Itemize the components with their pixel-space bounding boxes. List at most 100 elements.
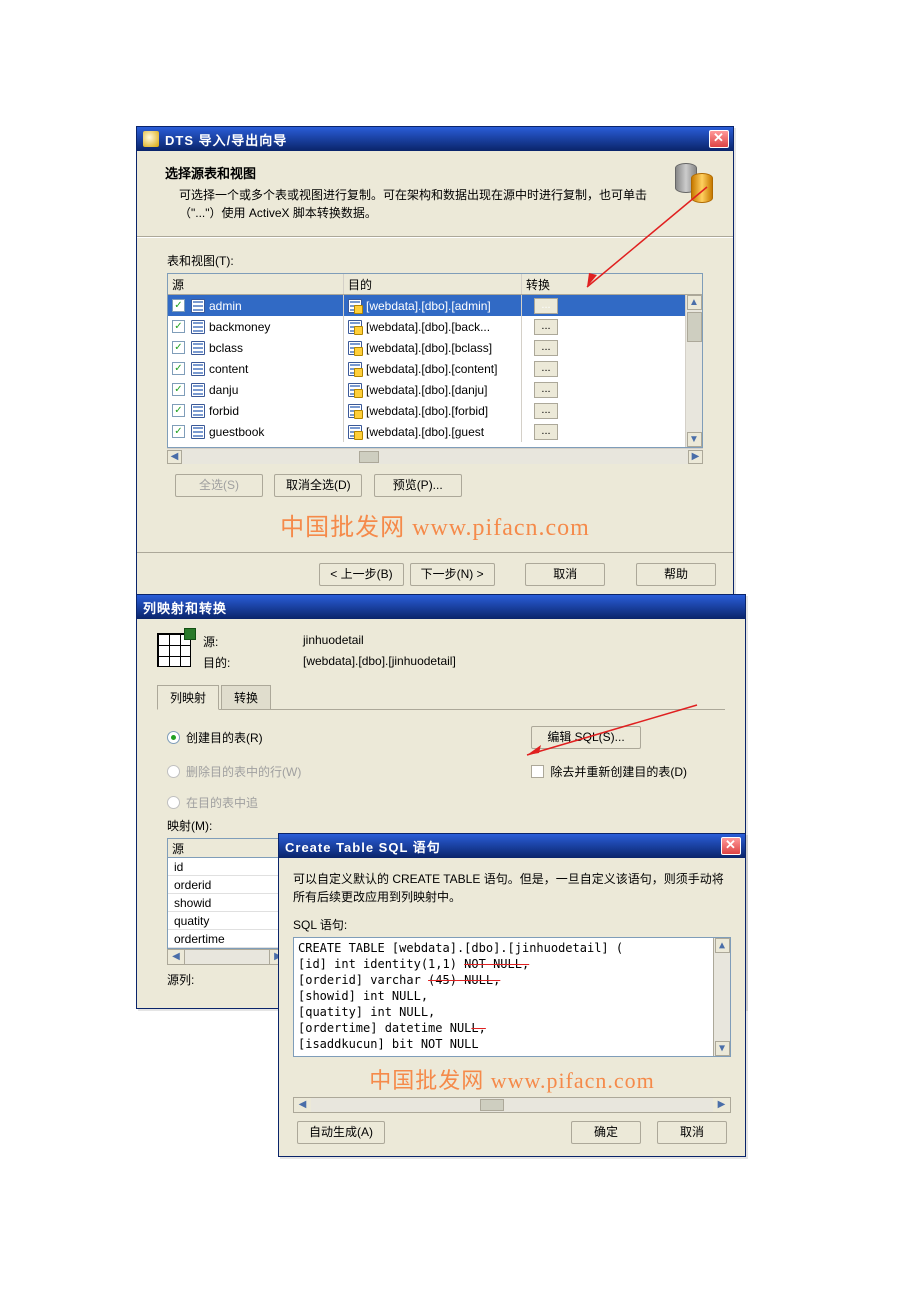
next-button[interactable]: 下一步(N) > — [410, 563, 495, 586]
sql-vertical-scrollbar[interactable]: ▲ ▼ — [713, 938, 730, 1056]
hscroll-thumb[interactable] — [480, 1099, 504, 1111]
table-icon — [191, 341, 205, 355]
table-new-icon — [348, 425, 362, 439]
transform-ellipsis-button[interactable]: ... — [534, 382, 558, 398]
row-checkbox[interactable] — [172, 383, 185, 396]
dest-label: 目的: — [203, 654, 303, 671]
dest-value: [webdata].[dbo].[jinhuodetail] — [303, 654, 456, 671]
table-row[interactable]: bclass[webdata].[dbo].[bclass]... — [168, 337, 685, 358]
mapping-column-list[interactable]: idorderidshowidquatityordertime — [167, 858, 287, 949]
radio-create-table[interactable] — [167, 731, 180, 744]
transform-ellipsis-button[interactable]: ... — [534, 403, 558, 419]
mapping-column-cell[interactable]: orderid — [168, 876, 286, 894]
ok-button[interactable]: 确定 — [571, 1121, 641, 1144]
mapping-label: 映射(M): — [167, 817, 287, 834]
row-source-name: backmoney — [209, 320, 270, 334]
row-checkbox[interactable] — [172, 362, 185, 375]
transform-ellipsis-button[interactable]: ... — [534, 319, 558, 335]
transform-ellipsis-button[interactable]: ... — [534, 361, 558, 377]
mapping-hscroll[interactable]: ◀ ▶ — [167, 949, 287, 965]
radio-delete-rows — [167, 765, 180, 778]
mapping-titlebar[interactable]: 列映射和转换 — [137, 595, 745, 619]
auto-generate-button[interactable]: 自动生成(A) — [297, 1121, 385, 1144]
row-checkbox[interactable] — [172, 404, 185, 417]
close-icon[interactable]: ✕ — [721, 837, 741, 855]
mapping-column-cell[interactable]: ordertime — [168, 930, 286, 948]
row-source-name: guestbook — [209, 425, 264, 439]
dts-wizard-window: DTS 导入/导出向导 ✕ 选择源表和视图 可选择一个或多个表或视图进行复制。可… — [136, 126, 734, 601]
mapping-column-cell[interactable]: showid — [168, 894, 286, 912]
row-checkbox[interactable] — [172, 341, 185, 354]
close-icon[interactable]: ✕ — [709, 130, 729, 148]
source-label: 源: — [203, 633, 303, 650]
sql-titlebar[interactable]: Create Table SQL 语句 ✕ — [279, 834, 745, 858]
transform-ellipsis-button[interactable]: ... — [534, 424, 558, 440]
help-button[interactable]: 帮助 — [636, 563, 716, 586]
deselect-all-button[interactable]: 取消全选(D) — [274, 474, 362, 497]
scroll-left-icon[interactable]: ◀ — [294, 1098, 311, 1112]
radio-append-rows-label: 在目的表中追 — [186, 794, 258, 811]
sql-textarea[interactable]: CREATE TABLE [webdata].[dbo].[jinhuodeta… — [293, 937, 731, 1057]
database-transfer-icon — [675, 163, 719, 207]
radio-append-rows — [167, 796, 180, 809]
mapping-title: 列映射和转换 — [143, 598, 741, 617]
transform-ellipsis-button[interactable]: ... — [534, 298, 558, 314]
transform-ellipsis-button[interactable]: ... — [534, 340, 558, 356]
wizard-footer: < 上一步(B) 下一步(N) > 取消 帮助 — [137, 552, 733, 600]
row-checkbox[interactable] — [172, 425, 185, 438]
table-new-icon — [348, 362, 362, 376]
table-row[interactable]: backmoney[webdata].[dbo].[back...... — [168, 316, 685, 337]
sql-horizontal-scrollbar[interactable]: ◀ ▶ — [293, 1097, 731, 1113]
row-checkbox[interactable] — [172, 299, 185, 312]
dts-app-icon — [143, 131, 159, 147]
table-row[interactable]: content[webdata].[dbo].[content]... — [168, 358, 685, 379]
scroll-down-icon[interactable]: ▼ — [687, 432, 702, 447]
vertical-scrollbar[interactable]: ▲ ▼ — [685, 295, 702, 447]
edit-sql-button[interactable]: 编辑 SQL(S)... — [531, 726, 641, 749]
hscroll-thumb[interactable] — [359, 451, 379, 463]
tables-listview[interactable]: 源 目的 转换 admin[webdata].[dbo].[admin]...b… — [167, 273, 703, 448]
row-checkbox[interactable] — [172, 320, 185, 333]
table-row[interactable]: admin[webdata].[dbo].[admin]... — [168, 295, 685, 316]
mapping-col-header[interactable]: 源 — [167, 838, 287, 858]
cancel-button[interactable]: 取消 — [525, 563, 605, 586]
checkbox-drop-recreate[interactable] — [531, 765, 544, 778]
table-new-icon — [348, 341, 362, 355]
back-button[interactable]: < 上一步(B) — [319, 563, 403, 586]
scroll-left-icon[interactable]: ◀ — [168, 950, 185, 964]
col-header-transform[interactable]: 转换 — [522, 274, 685, 294]
select-all-button[interactable]: 全选(S) — [175, 474, 263, 497]
scroll-right-icon[interactable]: ▶ — [688, 450, 703, 464]
mapping-column-cell[interactable]: id — [168, 858, 286, 876]
table-mapping-icon — [157, 633, 191, 667]
row-dest-name: [webdata].[dbo].[bclass] — [366, 341, 492, 355]
source-column-label: 源列: — [167, 971, 287, 988]
sql-statement-label: SQL 语句: — [293, 916, 731, 933]
table-row[interactable]: forbid[webdata].[dbo].[forbid]... — [168, 400, 685, 421]
dts-titlebar[interactable]: DTS 导入/导出向导 ✕ — [137, 127, 733, 151]
preview-button[interactable]: 预览(P)... — [374, 474, 462, 497]
cancel-button[interactable]: 取消 — [657, 1121, 727, 1144]
col-header-dest[interactable]: 目的 — [344, 274, 522, 294]
horizontal-scrollbar[interactable]: ◀ ▶ — [167, 448, 703, 464]
tab-transform[interactable]: 转换 — [221, 685, 271, 709]
table-row[interactable]: danju[webdata].[dbo].[danju]... — [168, 379, 685, 400]
table-icon — [191, 425, 205, 439]
checkbox-drop-recreate-label: 除去并重新创建目的表(D) — [550, 763, 687, 780]
scroll-right-icon[interactable]: ▶ — [713, 1098, 730, 1112]
scroll-left-icon[interactable]: ◀ — [167, 450, 182, 464]
scroll-up-icon[interactable]: ▲ — [715, 938, 730, 953]
mapping-tabs: 列映射 转换 — [157, 685, 725, 710]
tab-column-mapping[interactable]: 列映射 — [157, 685, 219, 710]
scroll-up-icon[interactable]: ▲ — [687, 295, 702, 310]
scroll-down-icon[interactable]: ▼ — [715, 1041, 730, 1056]
row-dest-name: [webdata].[dbo].[danju] — [366, 383, 487, 397]
col-header-source[interactable]: 源 — [168, 274, 344, 294]
wizard-header: 选择源表和视图 可选择一个或多个表或视图进行复制。可在架构和数据出现在源中时进行… — [137, 151, 733, 236]
scroll-thumb[interactable] — [687, 312, 702, 342]
sql-title: Create Table SQL 语句 — [285, 837, 721, 856]
mapping-column-cell[interactable]: quatity — [168, 912, 286, 930]
table-row[interactable]: guestbook[webdata].[dbo].[guest... — [168, 421, 685, 442]
table-new-icon — [348, 320, 362, 334]
row-dest-name: [webdata].[dbo].[admin] — [366, 299, 491, 313]
